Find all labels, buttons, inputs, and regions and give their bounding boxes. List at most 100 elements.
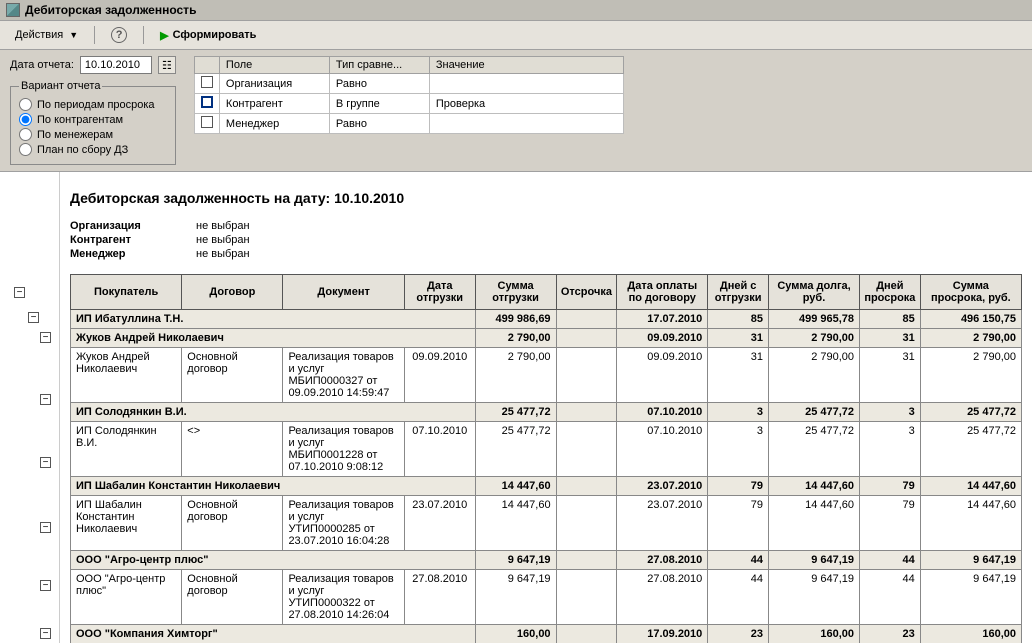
report-date-input[interactable]	[80, 56, 152, 74]
tree-toggle[interactable]: −	[40, 394, 51, 405]
window-title: Дебиторская задолженность	[25, 3, 196, 17]
variant-option[interactable]: План по сбору ДЗ	[19, 143, 167, 156]
cell: 9 647,19	[920, 551, 1021, 570]
cell: Основной договор	[182, 348, 283, 403]
variant-label: План по сбору ДЗ	[37, 144, 128, 156]
variant-option[interactable]: По контрагентам	[19, 113, 167, 126]
cell	[556, 403, 617, 422]
cell: 31	[708, 348, 769, 403]
variant-radio[interactable]	[19, 128, 32, 141]
cell: 23.07.2010	[617, 477, 708, 496]
data-table: ПокупательДоговорДокументДата отгрузкиСу…	[70, 274, 1022, 643]
toolbar-separator	[94, 26, 95, 44]
cell: <>	[182, 422, 283, 477]
subtotal-row[interactable]: ООО "Агро-центр плюс"9 647,1927.08.20104…	[71, 551, 1022, 570]
cell: 85	[860, 310, 921, 329]
filter-table: ПолеТип сравне...Значение ОрганизацияРав…	[194, 56, 624, 134]
actions-label: Действия	[15, 29, 63, 41]
buyer-cell: ИП Ибатуллина Т.Н.	[71, 310, 476, 329]
variant-label: По периодам просрока	[37, 99, 155, 111]
subtotal-row[interactable]: ООО "Компания Химторг"160,0017.09.201023…	[71, 625, 1022, 643]
cell: 2 790,00	[768, 348, 859, 403]
detail-row[interactable]: ООО "Агро-центр плюс"Основной договорРеа…	[71, 570, 1022, 625]
cell: 44	[708, 551, 769, 570]
tree-toggle[interactable]: −	[40, 522, 51, 533]
cell: 23	[860, 625, 921, 643]
filter-row[interactable]: ОрганизацияРавно	[194, 74, 623, 94]
cell: 3	[860, 403, 921, 422]
cell: 17.09.2010	[617, 625, 708, 643]
detail-row[interactable]: Жуков Андрей НиколаевичОсновной договорР…	[71, 348, 1022, 403]
cell: 31	[708, 329, 769, 348]
tree-toggle[interactable]: −	[14, 287, 25, 298]
column-header: Отсрочка	[556, 275, 617, 310]
cell: 44	[860, 551, 921, 570]
variant-option[interactable]: По менежерам	[19, 128, 167, 141]
cell: 14 447,60	[768, 496, 859, 551]
cell: 14 447,60	[768, 477, 859, 496]
cell: 2 790,00	[475, 329, 556, 348]
meta-label: Контрагент	[70, 234, 170, 246]
cell: 27.08.2010	[617, 570, 708, 625]
cell: 2 790,00	[475, 348, 556, 403]
meta-label: Менеджер	[70, 248, 170, 260]
filter-header: Поле	[219, 57, 329, 74]
actions-menu[interactable]: Действия ▼	[6, 26, 87, 44]
report-body[interactable]: Дебиторская задолженность на дату: 10.10…	[60, 172, 1032, 643]
cell: 14 447,60	[475, 496, 556, 551]
chevron-down-icon: ▼	[69, 30, 78, 40]
tree-toggle[interactable]: −	[40, 628, 51, 639]
filter-row[interactable]: МенеджерРавно	[194, 114, 623, 134]
cell: 27.08.2010	[404, 570, 475, 625]
variant-option[interactable]: По периодам просрока	[19, 98, 167, 111]
report-meta: Организацияне выбранКонтрагентне выбранМ…	[70, 220, 1022, 260]
cell: 9 647,19	[768, 551, 859, 570]
cell: 160,00	[768, 625, 859, 643]
column-header: Сумма просрока, руб.	[920, 275, 1021, 310]
tree-toggle[interactable]: −	[40, 580, 51, 591]
report-area: −−−−−−−− Дебиторская задолженность на да…	[0, 172, 1032, 643]
subtotal-row[interactable]: ИП Ибатуллина Т.Н.499 986,69 17.07.2010 85…	[71, 310, 1022, 329]
tree-toggle[interactable]: −	[40, 457, 51, 468]
cell: ИП Солодянкин В.И.	[71, 422, 182, 477]
cell	[556, 329, 617, 348]
subtotal-row[interactable]: ИП Солодянкин В.И.25 477,7207.10.2010325…	[71, 403, 1022, 422]
subtotal-row[interactable]: ИП Шабалин Константин Николаевич14 447,6…	[71, 477, 1022, 496]
filter-checkbox[interactable]	[201, 116, 213, 128]
filter-field: Менеджер	[219, 114, 329, 134]
cell: 25 477,72	[475, 422, 556, 477]
meta-value: не выбран	[196, 234, 250, 246]
tree-gutter: −−−−−−−−	[0, 172, 60, 643]
cell: 07.10.2010	[404, 422, 475, 477]
filter-checkbox[interactable]	[201, 96, 213, 108]
variant-radio[interactable]	[19, 143, 32, 156]
buyer-cell: ИП Солодянкин В.И.	[71, 403, 476, 422]
cell	[556, 496, 617, 551]
detail-row[interactable]: ИП Солодянкин В.И.<>Реализация товаров и…	[71, 422, 1022, 477]
cell: 499 986,69	[475, 310, 556, 329]
cell: 14 447,60	[475, 477, 556, 496]
calendar-button[interactable]: ☷	[158, 56, 176, 74]
detail-row[interactable]: ИП Шабалин Константин НиколаевичОсновной…	[71, 496, 1022, 551]
cell	[556, 570, 617, 625]
variant-radio[interactable]	[19, 98, 32, 111]
cell: ООО "Агро-центр плюс"	[71, 570, 182, 625]
cell: 79	[708, 477, 769, 496]
filter-checkbox[interactable]	[201, 76, 213, 88]
cell: 09.09.2010	[617, 329, 708, 348]
help-icon: ?	[111, 27, 127, 43]
filter-row[interactable]: КонтрагентВ группеПроверка	[194, 94, 623, 114]
subtotal-row[interactable]: Жуков Андрей Николаевич2 790,0009.09.201…	[71, 329, 1022, 348]
cell: 17.07.2010	[617, 310, 708, 329]
cell	[556, 422, 617, 477]
variant-label: По менежерам	[37, 129, 113, 141]
cell	[556, 348, 617, 403]
filter-compare: Равно	[329, 114, 429, 134]
cell: 14 447,60	[920, 496, 1021, 551]
tree-toggle[interactable]: −	[28, 312, 39, 323]
play-icon: ▶	[160, 29, 168, 42]
generate-button[interactable]: ▶ Сформировать	[151, 26, 265, 45]
tree-toggle[interactable]: −	[40, 332, 51, 343]
variant-radio[interactable]	[19, 113, 32, 126]
help-button[interactable]: ?	[102, 24, 136, 46]
